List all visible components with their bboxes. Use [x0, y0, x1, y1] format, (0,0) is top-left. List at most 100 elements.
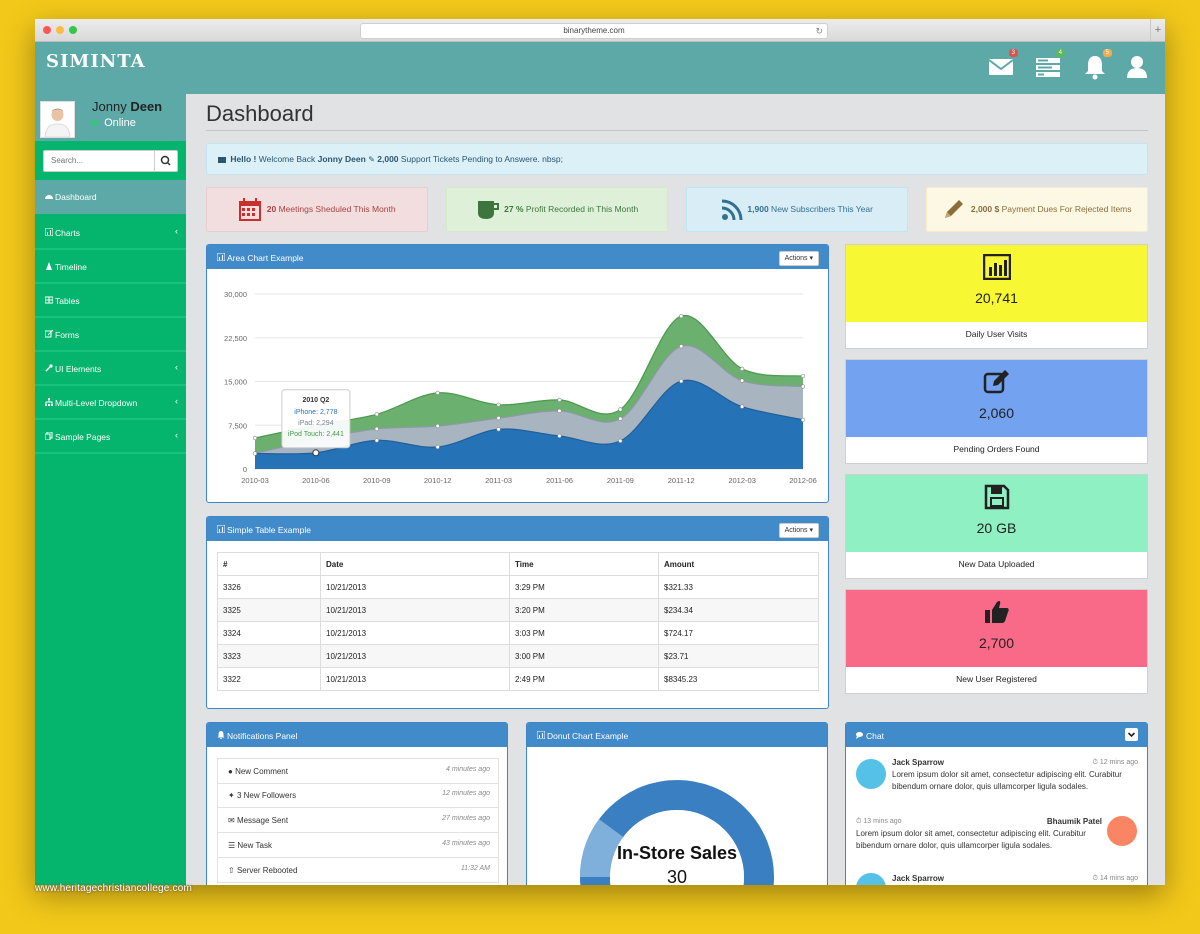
actions-dropdown-button[interactable]: Actions ▾ — [778, 523, 819, 538]
data-point[interactable] — [800, 373, 806, 379]
notification-time: 43 minutes ago — [442, 840, 490, 847]
sidebar-item-charts[interactable]: Charts ‹ — [35, 216, 186, 250]
chat-time-text: 12 mins ago — [1099, 759, 1138, 766]
data-point[interactable] — [740, 366, 745, 371]
reload-icon[interactable]: ↻ — [815, 24, 823, 38]
data-point[interactable] — [496, 416, 501, 421]
data-point[interactable] — [252, 435, 258, 441]
cell-number: 3325 — [217, 598, 321, 622]
data-point[interactable] — [252, 451, 258, 456]
envelope-icon: ✉ — [228, 816, 235, 825]
search-input[interactable] — [44, 151, 155, 169]
sidebar-item-timeline[interactable]: Timeline — [35, 250, 186, 284]
user-first-name: Jonny — [92, 99, 127, 114]
sidebar-item-dashboard[interactable]: Dashboard — [35, 180, 186, 214]
notification-time: 4 minutes ago — [446, 766, 490, 773]
tasks-dropdown[interactable]: 4 — [1033, 49, 1065, 82]
table-icon — [44, 296, 54, 304]
panel-heading: Notifications Panel — [207, 723, 507, 747]
column-header-date: Date — [320, 552, 510, 576]
cell-date: 10/21/2013 — [320, 621, 510, 645]
sidebar-item-sample-pages[interactable]: Sample Pages ‹ — [35, 420, 186, 454]
cell-amount: $234.34 — [658, 598, 819, 622]
actions-dropdown-button[interactable]: Actions ▾ — [778, 251, 819, 266]
data-point[interactable] — [496, 427, 501, 432]
data-point[interactable] — [557, 408, 562, 413]
data-point[interactable] — [679, 378, 684, 384]
close-window-button[interactable] — [43, 26, 51, 34]
sidebar-item-forms[interactable]: Forms — [35, 318, 186, 352]
notification-item[interactable]: ✦ 3 New Followers 12 minutes ago — [217, 783, 499, 808]
data-point[interactable] — [374, 438, 379, 443]
tile-value: 2,060 — [978, 405, 1015, 421]
alerts-dropdown[interactable]: 5 — [1080, 49, 1112, 82]
notification-time: 12 minutes ago — [442, 790, 490, 797]
data-point[interactable] — [679, 313, 684, 319]
address-bar[interactable]: binarytheme.com ↻ — [360, 23, 828, 39]
minimize-window-button[interactable] — [56, 26, 64, 34]
donut-chart-panel: Donut Chart Example In-Store Sales 30 — [526, 722, 828, 885]
calendar-icon — [239, 197, 262, 221]
tile-daily-visits[interactable]: 20,741 Daily User Visits — [845, 244, 1148, 349]
table-row: 3322 10/21/2013 2:49 PM $8345.23 — [217, 667, 819, 691]
search-icon — [160, 155, 171, 166]
sidebar-item-label: Tables — [55, 296, 80, 306]
chat-time: ⏱ 14 mins ago — [1092, 875, 1138, 882]
tasks-icon: ☰ — [228, 841, 236, 850]
avatar[interactable] — [40, 101, 75, 138]
cell-date: 10/21/2013 — [320, 644, 510, 668]
notification-item[interactable]: ✉ Message Sent 27 minutes ago — [217, 808, 499, 833]
panel-heading: Area Chart Example Actions ▾ — [207, 245, 828, 269]
pencil-icon — [945, 199, 964, 218]
search-button[interactable] — [154, 151, 177, 171]
tile-data-uploaded[interactable]: 20 GB New Data Uploaded — [845, 474, 1148, 579]
upload-icon: ⇧ — [228, 866, 235, 875]
messages-dropdown[interactable]: 3 — [986, 49, 1018, 82]
table-row: 3323 10/21/2013 3:00 PM $23.71 — [217, 644, 819, 668]
area-chart: 0 7,500 15,000 22,500 30,000 2010-03 2010-06 20… — [224, 290, 817, 485]
data-point[interactable] — [435, 444, 440, 450]
cell-number: 3326 — [217, 575, 321, 599]
maximize-window-button[interactable] — [69, 26, 77, 34]
data-point[interactable] — [740, 378, 745, 383]
data-point[interactable] — [800, 384, 806, 389]
data-point[interactable] — [496, 402, 501, 407]
cell-date: 10/21/2013 — [320, 598, 510, 622]
sidebar-item-ui-elements[interactable]: UI Elements ‹ — [35, 352, 186, 386]
data-point[interactable] — [435, 390, 440, 395]
data-point[interactable] — [618, 407, 623, 412]
new-tab-button[interactable]: + — [1150, 19, 1165, 41]
notification-item[interactable]: ● New Comment 4 minutes ago — [217, 758, 499, 784]
tile-new-users[interactable]: 2,700 New User Registered — [845, 589, 1148, 694]
sidebar-item-label: Multi-Level Dropdown — [55, 398, 138, 408]
notification-item[interactable]: ☰ New Task 43 minutes ago — [217, 833, 499, 858]
top-navbar: SIMINTA 3 4 5 — [35, 42, 1165, 94]
tile-pending-orders[interactable]: 2,060 Pending Orders Found — [845, 359, 1148, 464]
sidebar-item-label: Dashboard — [55, 192, 97, 202]
notification-label: Server Rebooted — [236, 866, 298, 875]
data-point[interactable] — [740, 404, 745, 409]
avatar — [1107, 816, 1137, 846]
data-point[interactable] — [374, 426, 379, 431]
data-point[interactable] — [618, 416, 623, 421]
welcome-text: Hello ! Welcome Back Jonny Deen ✎ 2,000 … — [218, 144, 563, 175]
twitter-icon: ✦ — [228, 791, 235, 800]
user-dropdown[interactable] — [1122, 52, 1154, 82]
notification-item[interactable]: ⇧ Server Rebooted 11:32 AM — [217, 858, 499, 883]
sidebar-item-tables[interactable]: Tables — [35, 284, 186, 318]
data-point[interactable] — [374, 412, 379, 417]
welcome-name: Jonny Deen — [317, 154, 366, 164]
brand-logo[interactable]: SIMINTA — [46, 51, 146, 72]
data-point[interactable] — [679, 344, 684, 349]
data-point[interactable] — [618, 438, 623, 443]
data-point[interactable] — [557, 397, 562, 403]
data-point[interactable] — [435, 423, 440, 429]
donut-center-value: 30 — [666, 867, 688, 885]
data-point[interactable] — [557, 433, 562, 439]
chat-collapse-button[interactable] — [1125, 728, 1138, 741]
table-row: 3325 10/21/2013 3:20 PM $234.34 — [217, 598, 819, 622]
data-point[interactable] — [800, 417, 806, 422]
notification-label: New Comment — [235, 767, 288, 776]
stat-subscribers: 1,900 New Subscribers This Year — [686, 187, 908, 232]
sidebar-item-multi-level-dropdown[interactable]: Multi-Level Dropdown ‹ — [35, 386, 186, 420]
